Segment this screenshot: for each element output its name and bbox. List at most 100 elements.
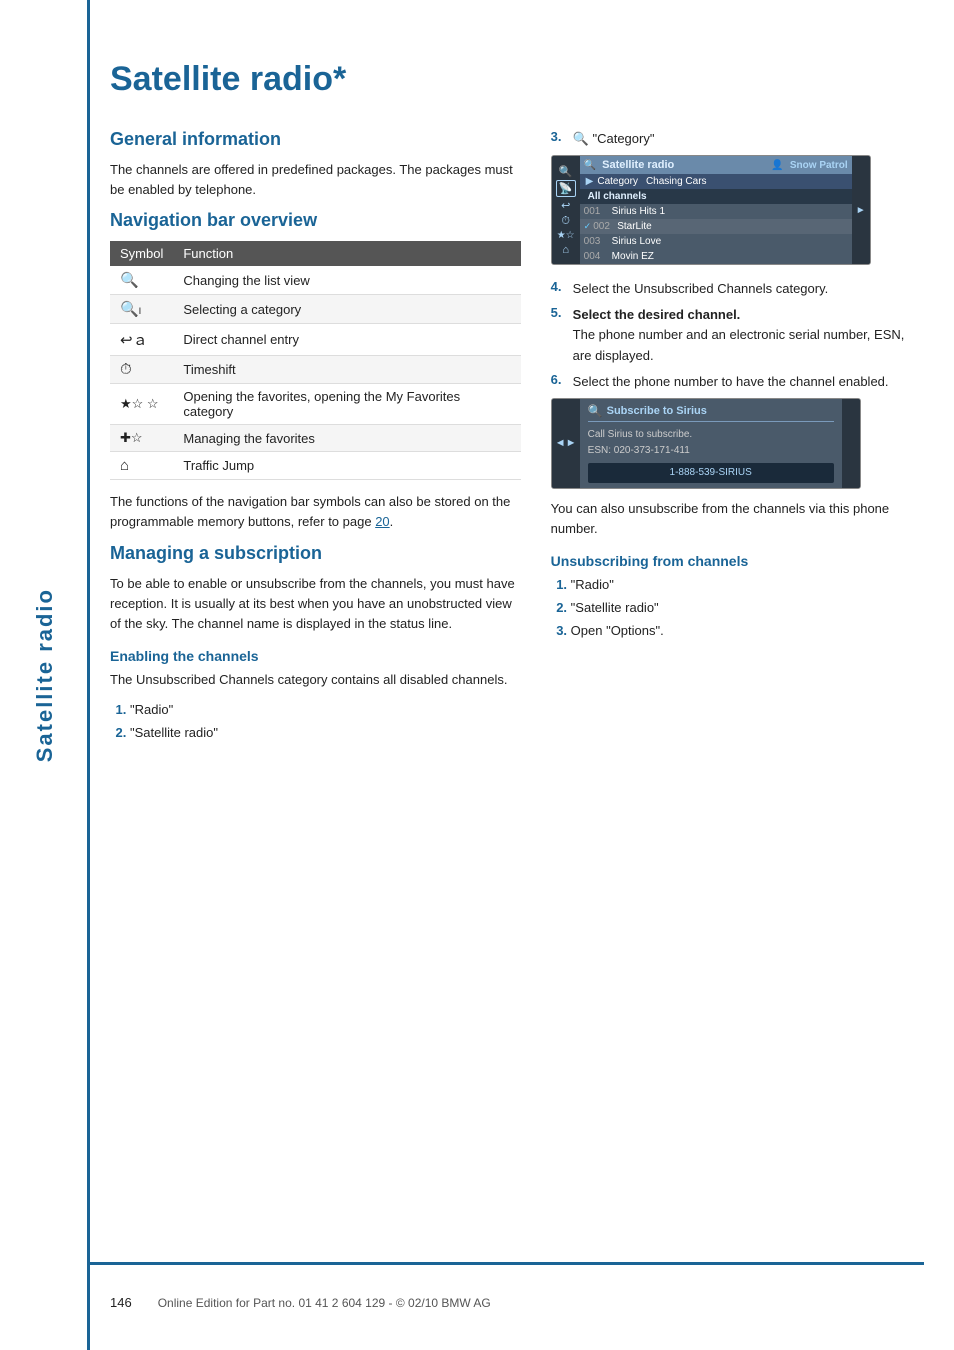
step-text: "Radio" [571,577,614,592]
subscribe-title-text: Subscribe to Sirius [607,405,707,417]
check-icon: ✓ [584,221,592,232]
sub-screen-title: 🔍 Subscribe to Sirius [588,404,834,422]
ch-num: 001 [584,206,612,217]
snow-patrol-label: Snow Patrol [790,160,848,171]
list-item: "Satellite radio" [571,598,924,618]
nav-icon-4: ⏱ [561,215,570,228]
step-5-title: Select the desired channel. [573,307,741,322]
nav-icon-1: 🔍 [559,165,573,178]
step-number: 6. [551,372,567,387]
list-item: "Radio" [571,575,924,595]
symbol-cell: ⌂ [110,452,173,480]
managing-section: Managing a subscription To be able to en… [110,543,521,744]
category-icon: ▶ [586,176,594,187]
function-cell: Opening the favorites, opening the My Fa… [173,384,520,425]
nav-icon-5: ★☆ [557,230,575,241]
satellite-radio-screen: 🔍 📡 ↩ ⏱ ★☆ ⌂ 🔍 Satellite radio 👤 [551,155,871,265]
channel-row-4: 004 Movin EZ [580,249,852,264]
subscribe-phone: 1-888-539-SIRIUS [588,463,834,483]
page-ref-link[interactable]: 20 [375,514,389,529]
ch-name: Movin EZ [612,251,654,262]
channel-row-3: 003 Sirius Love [580,234,852,249]
symbol-cell: ↩ａ [110,324,173,356]
managing-text: To be able to enable or unsubscribe from… [110,574,521,634]
navbar-footer-text: The functions of the navigation bar symb… [110,492,521,532]
navbar-overview-section: Navigation bar overview Symbol Function … [110,210,521,532]
sub-screen-left-nav: ◄► [552,399,580,488]
step-4-item: 4. Select the Unsubscribed Channels cate… [551,279,924,299]
general-information-heading: General information [110,129,521,150]
function-cell: Managing the favorites [173,425,520,452]
title-icon: 🔍 [588,404,603,418]
sidebar-divider [87,0,90,1350]
chasing-cars: Chasing Cars [646,176,707,187]
function-cell: Traffic Jump [173,452,520,480]
symbol-cell: ✚☆ [110,425,173,452]
two-column-layout: General information The channels are off… [110,129,924,753]
ch-name: Sirius Hits 1 [612,206,665,217]
enabling-steps-list: "Radio" "Satellite radio" [110,700,521,743]
category-label: Category [597,176,638,187]
unsubscribing-section: Unsubscribing from channels "Radio" "Sat… [551,553,924,641]
sub-screen-right-nav [842,399,860,488]
step-number: 5. [551,305,567,320]
screen-header: 🔍 Satellite radio 👤 Snow Patrol [580,156,852,174]
table-row: ⌂ Traffic Jump [110,452,521,480]
ch-num: 003 [584,236,612,247]
col-header-symbol: Symbol [110,241,173,266]
symbol-cell: 🔍 [110,266,173,295]
header-icon: 🔍 [584,160,596,171]
screen-title: Satellite radio [602,159,674,171]
table-row: ✚☆ Managing the favorites [110,425,521,452]
step-number: 3. [551,129,567,144]
function-cell: Changing the list view [173,266,520,295]
symbol-cell: ★☆ ☆ [110,384,173,425]
all-channels-row: All channels [580,189,852,204]
after-screen-text: You can also unsubscribe from the channe… [551,499,924,539]
sub-screen-text: Call Sirius to subscribe. ESN: 020-373-1… [588,427,834,483]
navbar-table: Symbol Function 🔍 Changing the list view… [110,241,521,480]
header-right-icon: 👤 [771,160,783,171]
function-cell: Direct channel entry [173,324,520,356]
page-number: 146 [110,1295,142,1310]
ch-name: StarLite [617,221,651,232]
page-wrapper: Satellite radio Satellite radio* General… [0,0,954,1350]
symbol-cell: 🔍ₗ [110,295,173,324]
step-text: Open "Options". [571,623,664,638]
channel-list: 001 Sirius Hits 1 ✓ 002 StarLite 003 Sir… [580,204,852,264]
enabling-section: Enabling the channels The Unsubscribed C… [110,648,521,743]
subscribe-line1: Call Sirius to subscribe. [588,427,834,443]
sidebar: Satellite radio [0,0,90,1350]
sub-screen-body: 🔍 Subscribe to Sirius Call Sirius to sub… [580,399,842,488]
screen-body: 🔍 Satellite radio 👤 Snow Patrol ▶ Catego… [580,156,852,264]
step-text: "Satellite radio" [130,725,218,740]
table-row: ★☆ ☆ Opening the favorites, opening the … [110,384,521,425]
footer-text: Online Edition for Part no. 01 41 2 604 … [158,1296,491,1310]
step-3-item: 3. 🔍 "Category" [551,129,924,149]
nav-icon: ◄► [555,437,577,449]
symbol-cell: ⏱ [110,356,173,384]
scroll-icon: ► [856,205,866,216]
function-cell: Selecting a category [173,295,520,324]
page-title: Satellite radio* [110,60,924,99]
step-6-text: Select the phone number to have the chan… [573,372,889,392]
list-item: Open "Options". [571,621,924,641]
managing-heading: Managing a subscription [110,543,521,564]
all-channels-label: All channels [588,191,647,202]
unsubscribing-steps-list: "Radio" "Satellite radio" Open "Options"… [551,575,924,641]
ch-name: Sirius Love [612,236,661,247]
table-row: ↩ａ Direct channel entry [110,324,521,356]
general-information-text: The channels are offered in predefined p… [110,160,521,200]
step-text: "Satellite radio" [571,600,659,615]
table-row: ⏱ Timeshift [110,356,521,384]
channel-row-1: 001 Sirius Hits 1 [580,204,852,219]
category-bar: ▶ Category Chasing Cars [580,174,852,189]
table-row: 🔍 Changing the list view [110,266,521,295]
left-column: General information The channels are off… [110,129,521,753]
sidebar-title: Satellite radio [32,588,58,762]
step-text: "Radio" [130,702,173,717]
channel-row-2: ✓ 002 StarLite [580,219,852,234]
subscribe-line2: ESN: 020-373-171-411 [588,443,834,459]
nav-icon-6: ⌂ [562,244,569,256]
step-3-text: "Category" [592,131,654,146]
